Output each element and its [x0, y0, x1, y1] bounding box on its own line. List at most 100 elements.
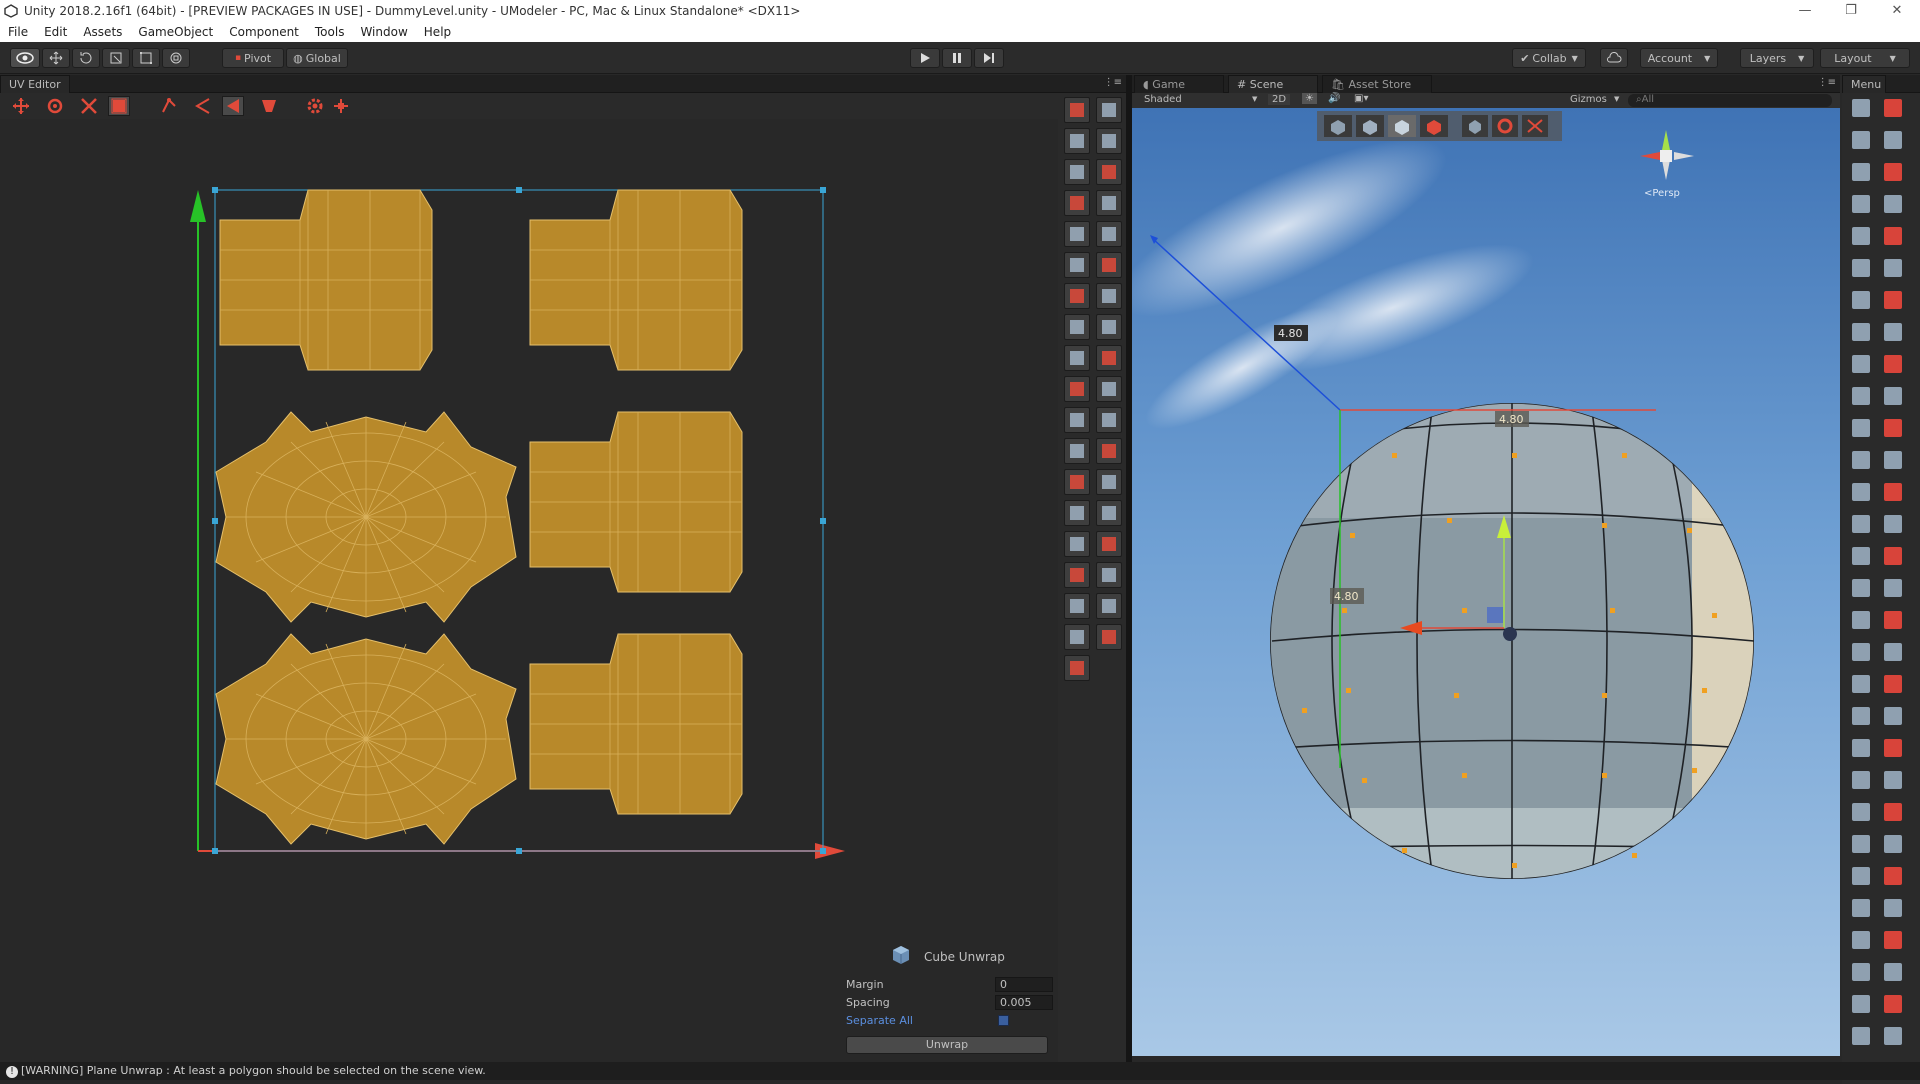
- menu-tool-rect-icon[interactable]: [1880, 607, 1906, 633]
- menu-tool-array-icon[interactable]: [1880, 767, 1906, 793]
- menu-tool-flip-icon[interactable]: [1880, 319, 1906, 345]
- uv-side-tool-loop-icon[interactable]: [1064, 438, 1090, 464]
- menu-tool-rotate-icon[interactable]: [1880, 863, 1906, 889]
- rotate-tool-button[interactable]: [72, 48, 100, 68]
- uv-move-icon[interactable]: [10, 96, 32, 116]
- menu-tool-arc-icon[interactable]: [1880, 991, 1906, 1017]
- uv-side-tool-select-icon[interactable]: [1096, 376, 1122, 402]
- menu-tool-line-icon[interactable]: [1848, 575, 1874, 601]
- uv-side-tool-scale-icon[interactable]: [1096, 190, 1122, 216]
- menu-tool-arc-icon[interactable]: [1880, 159, 1906, 185]
- move-tool-button[interactable]: [42, 48, 70, 68]
- menu-tool-flip-icon[interactable]: [1880, 735, 1906, 761]
- menu-tool-subdivide-icon[interactable]: [1848, 799, 1874, 825]
- uv-side-tool-pack-icon[interactable]: [1064, 655, 1090, 681]
- spacing-field[interactable]: 0.005: [995, 995, 1053, 1010]
- uv-side-tool-hide-icon[interactable]: [1096, 469, 1122, 495]
- maximize-button[interactable]: ❐: [1828, 0, 1874, 22]
- menu-tool-move-icon[interactable]: [1848, 447, 1874, 473]
- uv-side-tool-fit-icon[interactable]: [1096, 221, 1122, 247]
- uv-rotate-icon[interactable]: [44, 96, 66, 116]
- margin-field[interactable]: 0: [995, 977, 1053, 992]
- uv-side-tool-offset-icon[interactable]: [1064, 345, 1090, 371]
- gizmos-dropdown[interactable]: Gizmos: [1570, 94, 1607, 105]
- uv-side-tool-scale-icon[interactable]: [1096, 624, 1122, 650]
- menu-tool-subdivide-icon[interactable]: [1848, 383, 1874, 409]
- menu-tool-bevel-icon[interactable]: [1880, 639, 1906, 665]
- menu-tool-inset-icon[interactable]: [1848, 255, 1874, 281]
- uv-side-tool-weld-icon[interactable]: [1064, 159, 1090, 185]
- menu-tool-cylinder-icon[interactable]: [1880, 511, 1906, 537]
- menu-tool-sphere-icon[interactable]: [1848, 959, 1874, 985]
- menu-tool-inset-icon[interactable]: [1848, 671, 1874, 697]
- sun-icon[interactable]: ☀: [1302, 93, 1317, 104]
- uv-island-box-3[interactable]: [529, 411, 743, 593]
- uv-side-tool-stitch-icon[interactable]: [1064, 128, 1090, 154]
- rect-tool-button[interactable]: [132, 48, 160, 68]
- uv-side-tool-lock-icon[interactable]: [1096, 500, 1122, 526]
- tab-uv-editor[interactable]: UV Editor: [0, 75, 70, 93]
- image-effects-icon[interactable]: ▣▾: [1354, 93, 1368, 104]
- menu-tool-arc-icon[interactable]: [1880, 575, 1906, 601]
- menu-tool-pen-icon[interactable]: [1880, 959, 1906, 985]
- menu-tool-circle-icon[interactable]: [1848, 1023, 1874, 1049]
- uv-canvas[interactable]: [0, 120, 1058, 1068]
- menu-tool-mirror-icon[interactable]: [1848, 767, 1874, 793]
- uv-side-tool-merge-icon[interactable]: [1064, 376, 1090, 402]
- uv-side-tool-stitch-icon[interactable]: [1064, 562, 1090, 588]
- menu-tool-scale-icon[interactable]: [1848, 479, 1874, 505]
- uv-rect-icon[interactable]: [108, 96, 130, 116]
- scale-tool-button[interactable]: [102, 48, 130, 68]
- menu-tool-smooth-icon[interactable]: [1880, 799, 1906, 825]
- menu-tool-mirror-icon[interactable]: [1848, 351, 1874, 377]
- menu-tool-pen-icon[interactable]: [1880, 127, 1906, 153]
- view-tool-button[interactable]: [10, 48, 40, 68]
- menu-tool-knife-icon[interactable]: [1880, 703, 1906, 729]
- layout-dropdown[interactable]: Layout ▼: [1820, 48, 1910, 68]
- menu-tool-knife-icon[interactable]: [1880, 287, 1906, 313]
- uv-island-cap-1[interactable]: [215, 411, 517, 623]
- menu-tool-array-icon[interactable]: [1880, 351, 1906, 377]
- uv-vertex-mode-icon[interactable]: [158, 96, 180, 116]
- menu-tool-cylinder-icon[interactable]: [1880, 95, 1906, 121]
- uv-side-tool-ui-island-icon[interactable]: [1064, 469, 1090, 495]
- menu-tool-fill-icon[interactable]: [1848, 319, 1874, 345]
- uv-island-box-1[interactable]: [219, 189, 433, 371]
- tab-asset-store[interactable]: 🛍 Asset Store: [1322, 75, 1432, 93]
- tab-scene[interactable]: # Scene: [1228, 75, 1318, 93]
- menu-tool-sphere-icon[interactable]: [1848, 127, 1874, 153]
- uv-scale-icon[interactable]: [78, 96, 100, 116]
- uv-side-tool-stack-icon[interactable]: [1096, 283, 1122, 309]
- unwrap-button[interactable]: Unwrap: [846, 1036, 1048, 1054]
- uv-side-tool-pack-icon[interactable]: [1064, 221, 1090, 247]
- menu-edit[interactable]: Edit: [36, 25, 75, 39]
- tab-menu[interactable]: Menu: [1842, 75, 1886, 93]
- global-toggle[interactable]: ◍ Global: [286, 48, 348, 68]
- menu-tool-circle-icon[interactable]: [1848, 607, 1874, 633]
- transform-tool-button[interactable]: [162, 48, 190, 68]
- menu-tool-line-icon[interactable]: [1848, 159, 1874, 185]
- step-button[interactable]: [974, 48, 1004, 68]
- pivot-toggle[interactable]: ▪ Pivot: [222, 48, 284, 68]
- cloud-button[interactable]: [1600, 48, 1628, 68]
- menu-tool-extrude-icon[interactable]: [1848, 223, 1874, 249]
- menu-tool-bridge-icon[interactable]: [1880, 255, 1906, 281]
- menu-tool-line-icon[interactable]: [1848, 991, 1874, 1017]
- menu-tools[interactable]: Tools: [307, 25, 353, 39]
- uv-side-tool-straighten-icon[interactable]: [1096, 252, 1122, 278]
- panel-menu-icon[interactable]: ⋮≡: [1104, 77, 1122, 88]
- tab-game[interactable]: ◖ Game: [1134, 75, 1224, 93]
- uv-side-tool-cut-icon[interactable]: [1096, 345, 1122, 371]
- uv-island-box-4[interactable]: [529, 633, 743, 815]
- shading-mode-dropdown[interactable]: Shaded: [1144, 94, 1182, 105]
- menu-tool-weld-icon[interactable]: [1848, 831, 1874, 857]
- menu-tool-detach-icon[interactable]: [1880, 831, 1906, 857]
- separate-all-checkbox[interactable]: [998, 1015, 1009, 1026]
- menu-tool-pen-icon[interactable]: [1880, 543, 1906, 569]
- menu-tool-paint-icon[interactable]: [1880, 479, 1906, 505]
- uv-side-tool-split-icon[interactable]: [1096, 562, 1122, 588]
- gear-icon[interactable]: [304, 96, 326, 116]
- collab-dropdown[interactable]: ✔ Collab ▼: [1512, 48, 1586, 68]
- uv-side-tool-weld-icon[interactable]: [1064, 593, 1090, 619]
- menu-tool-detach-icon[interactable]: [1880, 415, 1906, 441]
